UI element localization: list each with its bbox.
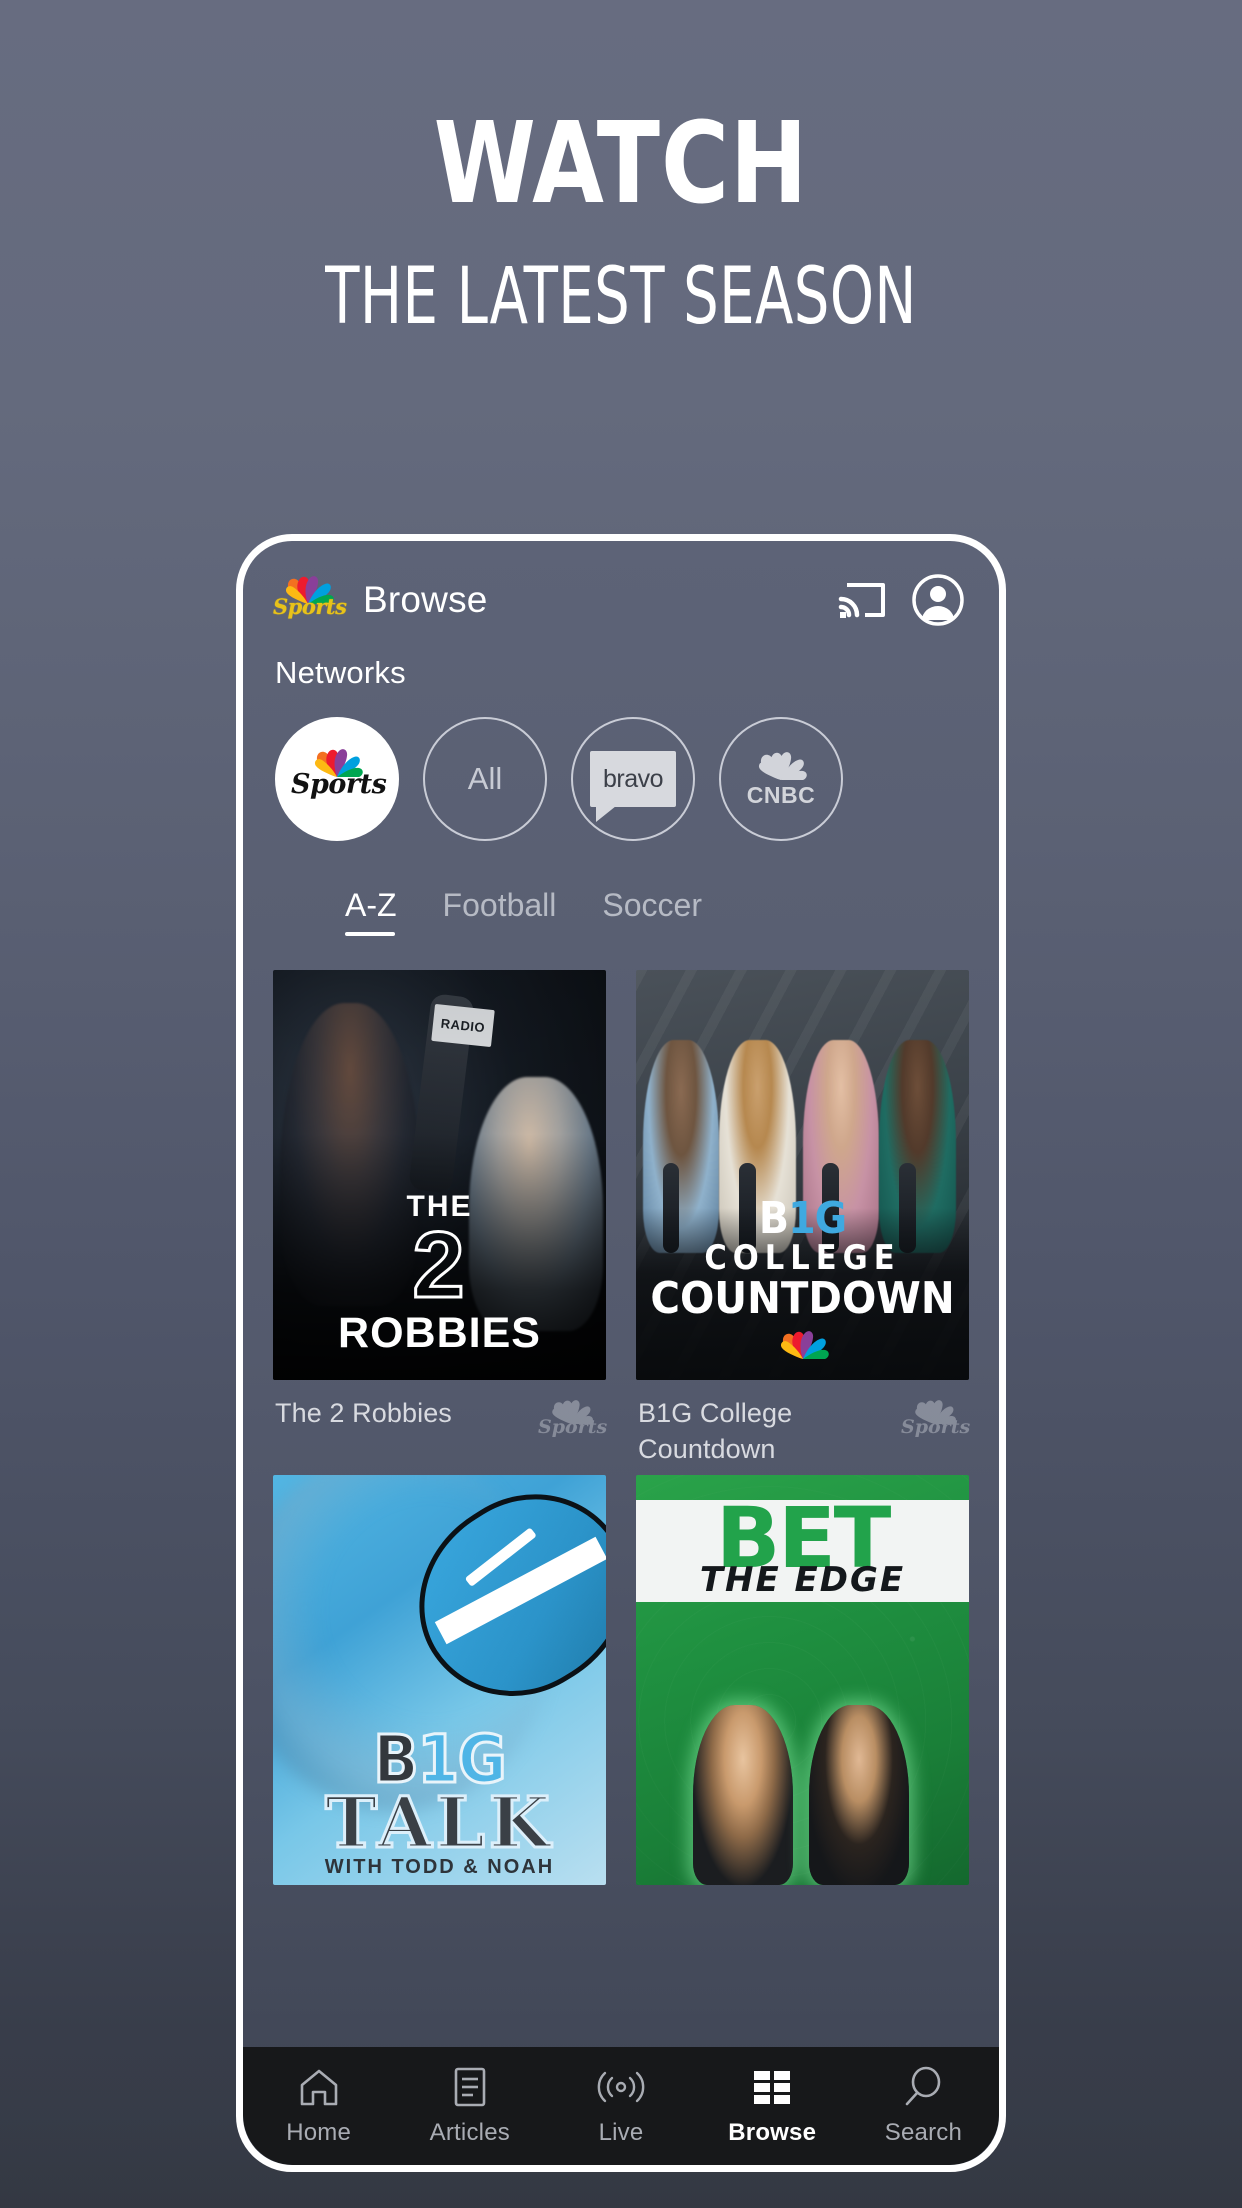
nav-label: Search (884, 2119, 963, 2146)
tab-football[interactable]: Football (443, 887, 557, 936)
art-line-3: WITH TODD & NOAH (324, 1856, 555, 1879)
art-banner: BET THE EDGE (636, 1496, 969, 1603)
page-title: Browse (363, 579, 488, 620)
show-title: The 2 Robbies (275, 1398, 452, 1428)
show-card[interactable]: RADIO THE 2 ROBBIES The 2 Robbies (273, 970, 608, 1467)
nav-item-browse[interactable]: Browse (697, 2065, 848, 2147)
sports-script-wordmark: Sports (273, 594, 347, 619)
peacock-icon (758, 751, 807, 780)
account-glyph (912, 574, 964, 626)
bravo-logo: bravo (590, 751, 676, 822)
show-thumbnail-b1g-talk[interactable]: B1G TALK WITH TODD & NOAH (273, 1475, 606, 1886)
network-chip-all[interactable]: All (423, 717, 547, 841)
nav-item-articles[interactable]: Articles (394, 2065, 545, 2147)
show-thumbnail-the-2-robbies[interactable]: RADIO THE 2 ROBBIES (273, 970, 606, 1380)
art-b1g-mark: B1G (636, 1197, 969, 1241)
show-art-logo: B1G TALK WITH TODD & NOAH (273, 1725, 606, 1879)
phone-mockup-frame: Sports Browse Networks Sports All bravo … (236, 534, 1006, 2172)
show-card[interactable]: BET THE EDGE (636, 1475, 969, 1886)
nav-item-live[interactable]: Live (545, 2065, 696, 2147)
bravo-wordmark: bravo (602, 764, 664, 793)
article-glyph (454, 2067, 486, 2107)
network-watermark: Sports (901, 1398, 971, 1444)
search-icon (902, 2065, 944, 2109)
promo-subtitle: THE LATEST SEASON (325, 252, 917, 342)
show-card-meta: B1G College Countdown Sports (636, 1380, 971, 1467)
bottom-navigation-bar[interactable]: Home Articles Live Browse Search (243, 2047, 999, 2165)
art-line-2: THE EDGE (699, 1560, 906, 1601)
nbc-sports-chip-logo: Sports (291, 747, 387, 811)
network-chip-cnbc[interactable]: CNBC (719, 717, 843, 841)
decorative-figure (809, 1704, 910, 1886)
art-b1g-b: B (758, 1193, 789, 1245)
home-glyph (300, 2069, 337, 2106)
app-screen: Sports Browse Networks Sports All bravo … (243, 541, 999, 2165)
sports-script-wordmark: Sports (291, 769, 387, 800)
tab-soccer[interactable]: Soccer (602, 887, 702, 936)
networks-section-label: Networks (275, 655, 406, 690)
peacock-icon (780, 1331, 829, 1361)
show-card[interactable]: B1G TALK WITH TODD & NOAH (273, 1475, 606, 1886)
promo-title: WATCH (433, 99, 809, 229)
home-icon (298, 2065, 340, 2109)
network-watermark: Sports (538, 1398, 608, 1444)
grid-glyph (754, 2071, 791, 2104)
nav-item-home[interactable]: Home (243, 2065, 394, 2147)
live-glyph (597, 2071, 645, 2103)
sports-script-wordmark: Sports (538, 1416, 608, 1438)
show-card[interactable]: B1G COLLEGE COUNTDOWN B1G College Countd… (636, 970, 971, 1467)
art-line-2: 2 (411, 1212, 467, 1318)
sports-script-wordmark: Sports (901, 1416, 971, 1438)
article-icon (451, 2065, 489, 2109)
nav-label: Home (286, 2119, 352, 2146)
cnbc-wordmark: CNBC (746, 781, 816, 808)
nbc-sports-logo: Sports (273, 574, 347, 626)
network-chip-nbc-sports[interactable]: Sports (275, 717, 399, 841)
show-thumbnail-bet-the-edge[interactable]: BET THE EDGE (636, 1475, 969, 1886)
app-header: Sports Browse (243, 541, 999, 633)
account-circle-icon[interactable] (911, 573, 965, 627)
network-chip-bravo[interactable]: bravo (571, 717, 695, 841)
show-title: B1G College Countdown (638, 1398, 793, 1464)
promo-block: WATCH THE LATEST SEASON (0, 108, 1242, 336)
cast-glyph (838, 583, 885, 618)
tab-a-z[interactable]: A-Z (345, 887, 397, 936)
decorative-figure (692, 1704, 793, 1886)
nav-label: Browse (728, 2119, 817, 2146)
show-thumbnail-b1g-college-countdown[interactable]: B1G COLLEGE COUNTDOWN (636, 970, 969, 1380)
art-line-2: COLLEGE (704, 1238, 901, 1279)
category-tabs[interactable]: A-Z Football Soccer (243, 861, 999, 936)
art-b1g-g: 1G (788, 1193, 847, 1245)
art-line-3: ROBBIES (338, 1309, 541, 1357)
show-art-logo: THE 2 ROBBIES (273, 1190, 606, 1358)
show-card-meta: The 2 Robbies Sports (273, 1380, 608, 1444)
live-broadcast-icon (596, 2065, 646, 2109)
nav-label: Articles (429, 2119, 510, 2146)
nav-item-search[interactable]: Search (848, 2065, 999, 2147)
networks-row[interactable]: Sports All bravo CNBC (243, 691, 999, 861)
search-glyph (906, 2066, 941, 2106)
art-line-2: TALK (324, 1781, 554, 1865)
shows-grid: RADIO THE 2 ROBBIES The 2 Robbies (243, 936, 999, 2047)
football-stripe (435, 1536, 606, 1645)
art-line-3: COUNTDOWN (650, 1273, 955, 1324)
network-chip-label: All (467, 761, 503, 796)
grid-icon (751, 2065, 793, 2109)
show-art-logo: B1G COLLEGE COUNTDOWN (636, 1197, 969, 1364)
nav-label: Live (598, 2119, 644, 2146)
cnbc-logo: CNBC (747, 750, 815, 809)
cast-icon[interactable] (837, 577, 889, 623)
